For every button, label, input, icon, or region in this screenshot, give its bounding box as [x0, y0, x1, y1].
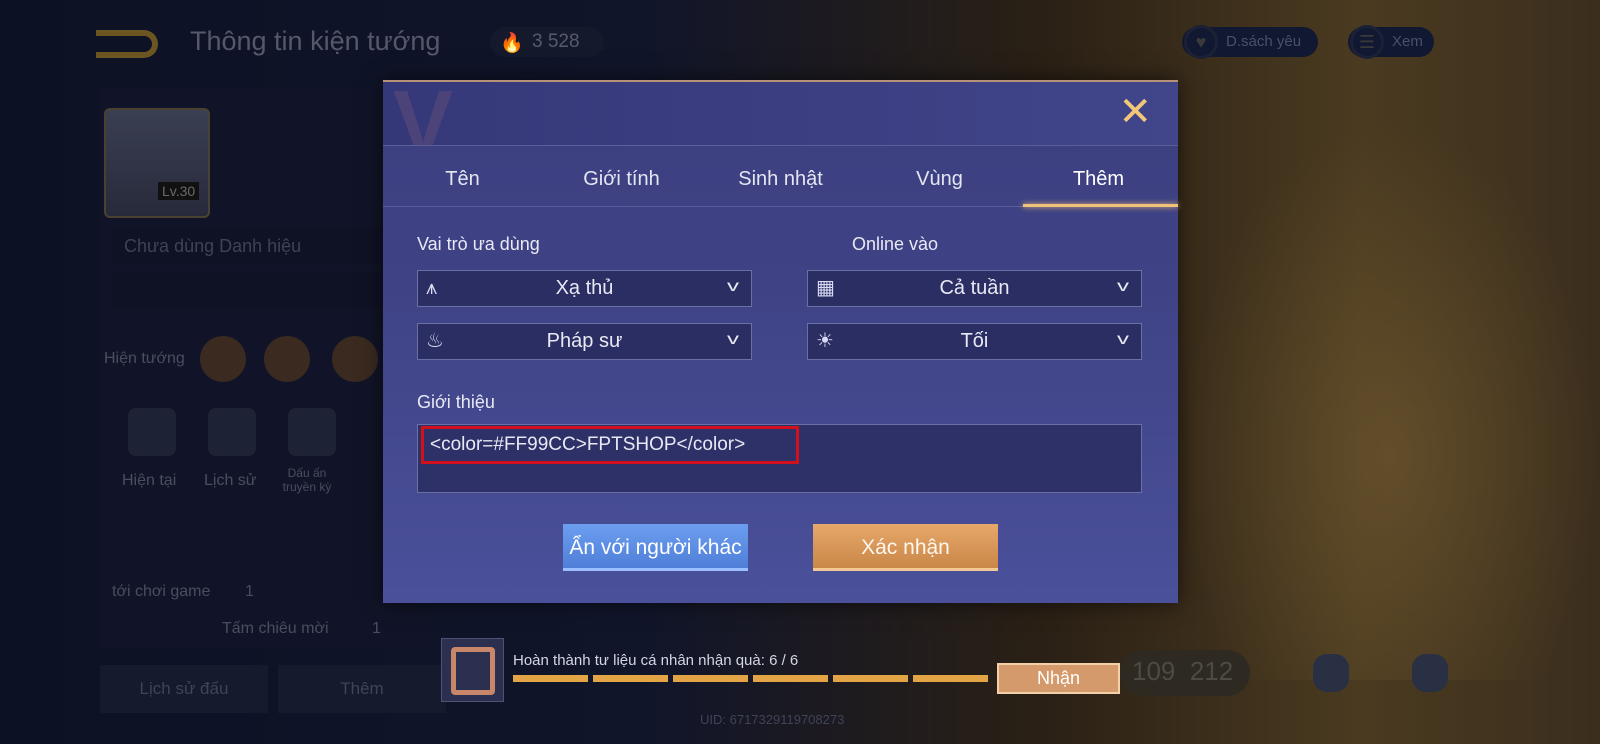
intro-label: Giới thiệu [417, 392, 495, 412]
online-label: Online vào [852, 234, 939, 254]
intro-textarea[interactable]: <color=#FF99CC>FPTSHOP</color> [417, 424, 1142, 493]
hide-from-others-button[interactable]: Ẩn với người khác [563, 524, 748, 571]
tab-more[interactable]: Thêm [1019, 146, 1178, 207]
hero-artwork [1180, 120, 1600, 680]
chevron-down-icon: v [1117, 331, 1129, 348]
rank-badge-icon[interactable] [288, 408, 336, 456]
progress-segment [753, 675, 828, 682]
progress-segment [913, 675, 988, 682]
edit-profile-dialog: V ✕ Tên Giới tính Sinh nhật Vùng Thêm Va… [383, 80, 1178, 603]
hero-avatar[interactable] [332, 336, 378, 382]
stats-display: 109 212 [1120, 650, 1250, 696]
close-icon[interactable]: ✕ [1118, 92, 1152, 132]
fire-counter: 🔥 3 528 [490, 27, 604, 57]
play-count: 1 [245, 583, 254, 600]
progress-segment [673, 675, 748, 682]
sun-icon: ☀ [816, 330, 834, 352]
role-label: Vai trò ưa dùng [417, 234, 540, 254]
mage-icon: ♨ [426, 330, 444, 352]
level-badge: Lv.30 [158, 182, 200, 200]
back-button[interactable] [96, 30, 158, 58]
new-label: Tấm chiêu mời [222, 620, 329, 637]
logo-icon: V [393, 82, 454, 146]
badge-label: Hiện tại [122, 472, 177, 489]
view-button[interactable]: ☰ Xem [1348, 25, 1434, 59]
role-select-primary[interactable]: ⩚ Xạ thủ v [417, 270, 752, 307]
title-subfield [112, 272, 402, 308]
progress-segment [593, 675, 668, 682]
hero-avatar[interactable] [264, 336, 310, 382]
reward-text: Hoàn thành tư liệu cá nhân nhận quà: 6 /… [513, 652, 799, 669]
chevron-down-icon: v [727, 278, 739, 295]
tab-region[interactable]: Vùng [860, 146, 1019, 206]
list-icon: ☰ [1350, 25, 1384, 59]
uid-label: UID: 6717329119708273 [700, 712, 845, 727]
match-history-button[interactable]: Lịch sử đấu [100, 665, 268, 713]
online-days-select[interactable]: ▦ Cả tuần v [807, 270, 1142, 307]
avatar[interactable] [104, 108, 210, 218]
chevron-down-icon: v [727, 331, 739, 348]
badge-label: Lịch sử [204, 472, 257, 489]
tab-name[interactable]: Tên [383, 146, 542, 206]
rank-badge-icon[interactable] [128, 408, 176, 456]
chevron-down-icon: v [1117, 278, 1129, 295]
badge-label: Dấu ấn truyền kỳ [282, 466, 332, 494]
intro-text-highlight: <color=#FF99CC>FPTSHOP</color> [421, 426, 799, 464]
trophy-icon[interactable] [1412, 654, 1448, 692]
confirm-button[interactable]: Xác nhận [813, 524, 998, 571]
calendar-icon: ▦ [816, 277, 835, 299]
tab-birthday[interactable]: Sinh nhật [701, 146, 860, 206]
claim-reward-button[interactable]: Nhận [997, 663, 1120, 694]
more-button[interactable]: Thêm [278, 665, 446, 713]
progress-segment [513, 675, 588, 682]
reward-frame-icon [441, 638, 504, 702]
heart-icon: ♥ [1184, 25, 1218, 59]
progress-segment [833, 675, 908, 682]
rank-icon[interactable] [1313, 654, 1349, 692]
tab-gender[interactable]: Giới tính [542, 146, 701, 206]
favorites-button[interactable]: ♥ D.sách yêu [1182, 25, 1318, 59]
tab-bar: Tên Giới tính Sinh nhật Vùng Thêm [383, 146, 1178, 207]
dialog-header: V ✕ [383, 82, 1178, 146]
fire-icon: 🔥 [500, 33, 524, 54]
online-time-select[interactable]: ☀ Tối v [807, 323, 1142, 360]
rank-badge-icon[interactable] [208, 408, 256, 456]
archer-icon: ⩚ [426, 277, 438, 299]
hero-avatar[interactable] [200, 336, 246, 382]
role-select-secondary[interactable]: ♨ Pháp sư v [417, 323, 752, 360]
play-label: tới chơi game [112, 583, 211, 600]
new-count: 1 [372, 620, 381, 637]
title-field[interactable]: Chưa dùng Danh hiệu [112, 228, 402, 265]
page-title: Thông tin kiện tướng [190, 26, 441, 56]
heroes-label: Hiện tướng [104, 350, 185, 367]
